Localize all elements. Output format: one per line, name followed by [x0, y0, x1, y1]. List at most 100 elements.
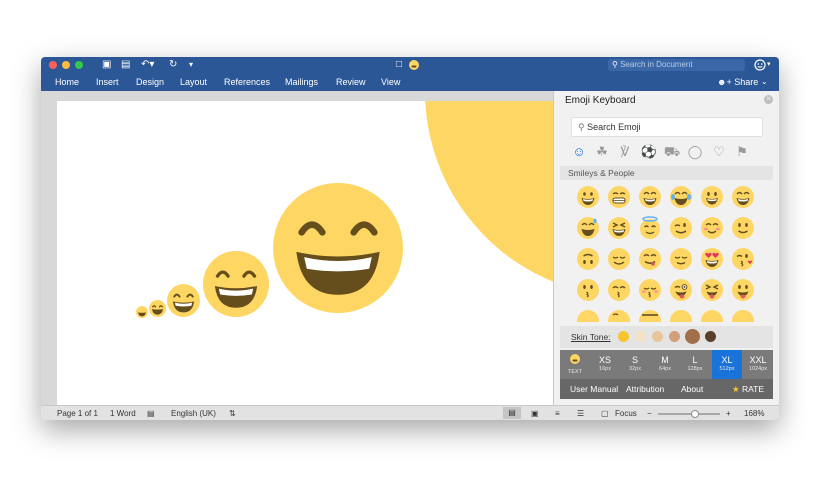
sweat-smile-emoji[interactable]: [576, 216, 600, 240]
about-link[interactable]: About: [681, 384, 703, 395]
kissing-emoji[interactable]: [576, 278, 600, 302]
ribbon-collapse-chevron-icon[interactable]: ⌄: [761, 76, 768, 88]
panel-title: Emoji Keyboard: [565, 95, 636, 106]
web-layout-icon[interactable]: ▣: [531, 408, 539, 419]
undo-icon[interactable]: ↶▾: [141, 59, 154, 71]
food-icon[interactable]: ℣: [616, 143, 634, 161]
focus-label[interactable]: Focus: [615, 408, 637, 419]
travel-icon[interactable]: ⛟: [663, 143, 681, 161]
skin-tone-dark[interactable]: [705, 331, 716, 342]
tab-insert[interactable]: Insert: [96, 76, 119, 88]
grimacing-face-emoji[interactable]: [607, 185, 631, 209]
page-count[interactable]: Page 1 of 1: [57, 408, 98, 419]
skin-tone-default[interactable]: [618, 331, 629, 342]
yum-emoji[interactable]: [638, 247, 662, 271]
innocent-emoji[interactable]: [638, 216, 662, 240]
size-xs-button[interactable]: XS 16px: [590, 350, 620, 379]
size-l-button[interactable]: L 128px: [680, 350, 710, 379]
user-manual-link[interactable]: User Manual: [570, 384, 618, 395]
clown-emoji[interactable]: [700, 309, 724, 322]
size-xl-button[interactable]: XL 512px: [712, 350, 742, 379]
share-button[interactable]: ☻+ Share: [717, 76, 758, 88]
symbols-icon[interactable]: ♡: [710, 143, 728, 161]
sunglasses-emoji[interactable]: [669, 309, 693, 322]
nature-icon[interactable]: ☘: [593, 143, 611, 161]
objects-icon[interactable]: ◯: [686, 143, 704, 161]
grinning-squint-emoji[interactable]: [731, 185, 755, 209]
document-page[interactable]: [57, 101, 553, 405]
tab-view[interactable]: View: [381, 76, 400, 88]
tongue-out-emoji[interactable]: [731, 278, 755, 302]
grinning-face-emoji[interactable]: [576, 185, 600, 209]
size-xxl-button[interactable]: XXL 1024px: [743, 350, 773, 379]
focus-icon[interactable]: ▢: [601, 408, 609, 419]
smiley-emoji[interactable]: [700, 185, 724, 209]
search-document-input[interactable]: ⚲ Search in Document: [608, 59, 745, 71]
rate-button[interactable]: ★ RATE: [732, 384, 764, 395]
track-changes-icon[interactable]: ⇅: [229, 408, 236, 419]
close-icon[interactable]: ✕: [764, 95, 773, 104]
minimize-window-button[interactable]: [62, 61, 70, 69]
word-count[interactable]: 1 Word: [110, 408, 136, 419]
heart-eyes-emoji[interactable]: [700, 247, 724, 271]
close-window-button[interactable]: [49, 61, 57, 69]
upside-down-emoji[interactable]: [576, 247, 600, 271]
tab-mailings[interactable]: Mailings: [285, 76, 318, 88]
nerd-emoji[interactable]: [638, 309, 662, 322]
document-icon: □: [396, 59, 403, 70]
tab-design[interactable]: Design: [136, 76, 164, 88]
skin-tone-medium-dark[interactable]: [685, 329, 700, 344]
relieved-emoji[interactable]: [669, 247, 693, 271]
laughing-emoji[interactable]: [607, 216, 631, 240]
relaxed-emoji[interactable]: [607, 247, 631, 271]
kissing-heart-emoji[interactable]: [731, 247, 755, 271]
activity-icon[interactable]: ⚽: [640, 143, 658, 161]
size-s-button[interactable]: S 32px: [620, 350, 650, 379]
skin-tone-medium-light[interactable]: [652, 331, 663, 342]
account-chevron-icon[interactable]: ▾: [767, 59, 771, 71]
zoom-in-icon[interactable]: +: [726, 408, 731, 419]
tears-of-joy-emoji[interactable]: [669, 185, 693, 209]
size-text-button[interactable]: TEXT: [560, 350, 590, 379]
emoji-icon: [409, 60, 419, 70]
skin-tone-medium[interactable]: [669, 331, 680, 342]
winking-emoji[interactable]: [669, 216, 693, 240]
flags-icon[interactable]: ⚑: [733, 143, 751, 161]
slight-smile-emoji[interactable]: [731, 216, 755, 240]
smileys-icon[interactable]: ☺: [570, 143, 588, 161]
kissing-smiling-eyes-emoji[interactable]: [607, 278, 631, 302]
customize-icon[interactable]: ▾: [189, 59, 193, 71]
tab-layout[interactable]: Layout: [180, 76, 207, 88]
tab-references[interactable]: References: [224, 76, 270, 88]
zoom-slider-track[interactable]: [658, 410, 720, 418]
tongue-wink-emoji[interactable]: [669, 278, 693, 302]
cowboy-emoji[interactable]: [731, 309, 755, 322]
size-m-button[interactable]: M 64px: [650, 350, 680, 379]
hugging-emoji[interactable]: [607, 309, 631, 322]
kissing-closed-eyes-emoji[interactable]: [638, 278, 662, 302]
attribution-link[interactable]: Attribution: [626, 384, 664, 395]
skin-tone-light[interactable]: [635, 331, 646, 342]
zoom-out-icon[interactable]: −: [647, 408, 652, 419]
status-bar: Page 1 of 1 1 Word ▤ English (UK) ⇅ ▤ ▣ …: [41, 405, 779, 420]
beaming-face-emoji[interactable]: [638, 185, 662, 209]
blush-emoji[interactable]: [700, 216, 724, 240]
outline-icon[interactable]: ≡: [555, 408, 560, 419]
search-icon: ⚲: [612, 60, 618, 69]
sidebar-icon[interactable]: ▣: [102, 59, 111, 71]
language-label[interactable]: English (UK): [171, 408, 216, 419]
proofing-icon[interactable]: ▤: [147, 408, 155, 419]
smiley-account-icon[interactable]: [754, 59, 766, 71]
zoom-slider-thumb[interactable]: [691, 410, 700, 418]
squinting-tongue-emoji[interactable]: [700, 278, 724, 302]
emoji-search-input[interactable]: ⚲ Search Emoji: [571, 117, 763, 137]
save-icon[interactable]: ▤: [121, 59, 130, 71]
zoom-level[interactable]: 168%: [744, 408, 764, 419]
print-layout-icon[interactable]: ▤: [503, 407, 521, 419]
redo-icon[interactable]: ↻: [169, 59, 177, 71]
zoom-window-button[interactable]: [75, 61, 83, 69]
tab-home[interactable]: Home: [55, 76, 79, 88]
tab-review[interactable]: Review: [336, 76, 366, 88]
money-mouth-emoji[interactable]: [576, 309, 600, 322]
draft-icon[interactable]: ☰: [577, 408, 584, 419]
